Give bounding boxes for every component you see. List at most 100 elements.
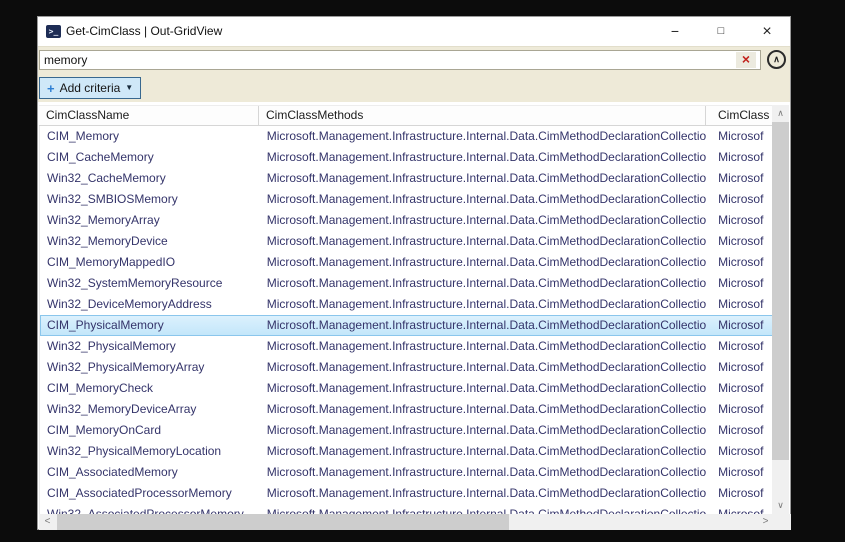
scroll-up-icon[interactable]: ∧ xyxy=(772,105,789,122)
powershell-icon: >_ xyxy=(46,25,61,38)
table-cell: Microsof xyxy=(706,357,773,378)
table-cell: Microsoft.Management.Infrastructure.Inte… xyxy=(260,273,706,294)
column-header-cimclassname[interactable]: CimClassName xyxy=(39,106,259,125)
add-criteria-label: Add criteria xyxy=(60,81,121,95)
table-cell: Microsof xyxy=(706,462,773,483)
filter-panel: × ∧ + Add criteria ▼ xyxy=(38,46,790,102)
table-row[interactable]: Win32_MemoryArrayMicrosoft.Management.In… xyxy=(40,210,773,231)
table-cell: Microsof xyxy=(706,273,773,294)
table-cell: Win32_MemoryDeviceArray xyxy=(40,399,260,420)
table-cell: Microsoft.Management.Infrastructure.Inte… xyxy=(260,210,706,231)
table-row[interactable]: Win32_AssociatedProcessorMemoryMicrosoft… xyxy=(40,504,773,514)
column-header-cimclass[interactable]: CimClass xyxy=(706,106,773,125)
table-cell: Microsof xyxy=(706,294,773,315)
table-cell: Microsoft.Management.Infrastructure.Inte… xyxy=(260,336,706,357)
chevron-down-icon: ▼ xyxy=(125,84,133,92)
clear-filter-icon[interactable]: × xyxy=(736,52,756,68)
table-cell: Microsof xyxy=(706,147,773,168)
table-cell: Microsoft.Management.Infrastructure.Inte… xyxy=(260,168,706,189)
scroll-down-icon[interactable]: ∨ xyxy=(772,497,789,514)
table-cell: CIM_MemoryOnCard xyxy=(40,420,260,441)
desktop: { "window": { "title": "Get-CimClass | O… xyxy=(0,0,845,542)
table-cell: Win32_SMBIOSMemory xyxy=(40,189,260,210)
table-cell: Microsof xyxy=(706,483,773,504)
table-cell: Microsoft.Management.Infrastructure.Inte… xyxy=(260,252,706,273)
table-cell: CIM_MemoryCheck xyxy=(40,378,260,399)
table-row[interactable]: CIM_MemoryMappedIOMicrosoft.Management.I… xyxy=(40,252,773,273)
scroll-right-icon[interactable]: > xyxy=(757,514,774,530)
table-cell: Microsof xyxy=(706,231,773,252)
vertical-scrollbar[interactable]: ∧ ∨ xyxy=(772,105,789,514)
table-cell: CIM_MemoryMappedIO xyxy=(40,252,260,273)
grid-area: CimClassName CimClassMethods CimClass CI… xyxy=(38,102,790,514)
table-row[interactable]: CIM_AssociatedProcessorMemoryMicrosoft.M… xyxy=(40,483,773,504)
table-cell: Microsoft.Management.Infrastructure.Inte… xyxy=(260,462,706,483)
table-cell: Microsof xyxy=(706,252,773,273)
table-cell: Microsoft.Management.Infrastructure.Inte… xyxy=(260,399,706,420)
table-row[interactable]: Win32_PhysicalMemoryMicrosoft.Management… xyxy=(40,336,773,357)
maximize-button[interactable]: □ xyxy=(698,17,744,46)
table-cell: Microsof xyxy=(706,189,773,210)
table-row[interactable]: Win32_PhysicalMemoryLocationMicrosoft.Ma… xyxy=(40,441,773,462)
minimize-button[interactable]: − xyxy=(652,17,698,46)
table-row[interactable]: CIM_CacheMemoryMicrosoft.Management.Infr… xyxy=(40,147,773,168)
table-cell: CIM_CacheMemory xyxy=(40,147,260,168)
table-cell: Win32_AssociatedProcessorMemory xyxy=(40,504,260,514)
table-row[interactable]: CIM_AssociatedMemoryMicrosoft.Management… xyxy=(40,462,773,483)
horizontal-scrollbar-thumb[interactable] xyxy=(57,514,509,530)
table-cell: Microsoft.Management.Infrastructure.Inte… xyxy=(260,189,706,210)
table-row[interactable]: Win32_PhysicalMemoryArrayMicrosoft.Manag… xyxy=(40,357,773,378)
table-cell: Microsof xyxy=(706,126,773,147)
filter-input[interactable] xyxy=(39,50,761,70)
table-cell: Win32_DeviceMemoryAddress xyxy=(40,294,260,315)
table-cell: Win32_SystemMemoryResource xyxy=(40,273,260,294)
table-cell: Microsof xyxy=(706,378,773,399)
grid-rows: CIM_MemoryMicrosoft.Management.Infrastru… xyxy=(39,126,773,514)
table-row[interactable]: Win32_MemoryDeviceArrayMicrosoft.Managem… xyxy=(40,399,773,420)
table-cell: CIM_Memory xyxy=(40,126,260,147)
table-cell: Microsof xyxy=(706,315,773,336)
table-cell: Win32_CacheMemory xyxy=(40,168,260,189)
horizontal-scrollbar[interactable]: < > xyxy=(39,514,774,530)
table-cell: CIM_AssociatedMemory xyxy=(40,462,260,483)
table-cell: Microsoft.Management.Infrastructure.Inte… xyxy=(260,231,706,252)
table-cell: Microsof xyxy=(706,441,773,462)
table-row[interactable]: CIM_MemoryOnCardMicrosoft.Management.Inf… xyxy=(40,420,773,441)
column-header-cimclassmethods[interactable]: CimClassMethods xyxy=(259,106,706,125)
table-cell: Microsoft.Management.Infrastructure.Inte… xyxy=(260,420,706,441)
table-cell: Microsoft.Management.Infrastructure.Inte… xyxy=(260,483,706,504)
table-row[interactable]: Win32_SMBIOSMemoryMicrosoft.Management.I… xyxy=(40,189,773,210)
table-cell: Microsoft.Management.Infrastructure.Inte… xyxy=(260,315,706,336)
table-cell: Microsof xyxy=(706,399,773,420)
table-row[interactable]: Win32_SystemMemoryResourceMicrosoft.Mana… xyxy=(40,273,773,294)
vertical-scrollbar-thumb[interactable] xyxy=(772,122,789,460)
window-title: Get-CimClass | Out-GridView xyxy=(66,24,222,38)
title-bar[interactable]: >_ Get-CimClass | Out-GridView − □ × xyxy=(38,17,790,46)
table-cell: Microsoft.Management.Infrastructure.Inte… xyxy=(260,504,706,514)
table-cell: Microsof xyxy=(706,210,773,231)
table-row[interactable]: CIM_MemoryCheckMicrosoft.Management.Infr… xyxy=(40,378,773,399)
table-row[interactable]: CIM_PhysicalMemoryMicrosoft.Management.I… xyxy=(40,315,773,336)
table-cell: Microsoft.Management.Infrastructure.Inte… xyxy=(260,378,706,399)
add-criteria-button[interactable]: + Add criteria ▼ xyxy=(39,77,141,99)
grid-header: CimClassName CimClassMethods CimClass xyxy=(39,105,773,126)
table-row[interactable]: Win32_MemoryDeviceMicrosoft.Management.I… xyxy=(40,231,773,252)
table-row[interactable]: Win32_CacheMemoryMicrosoft.Management.In… xyxy=(40,168,773,189)
table-cell: Win32_PhysicalMemoryArray xyxy=(40,357,260,378)
table-cell: Win32_MemoryArray xyxy=(40,210,260,231)
collapse-filter-button[interactable]: ∧ xyxy=(767,50,786,69)
table-cell: CIM_PhysicalMemory xyxy=(40,315,260,336)
table-cell: Win32_MemoryDevice xyxy=(40,231,260,252)
table-cell: Microsof xyxy=(706,420,773,441)
table-cell: Win32_PhysicalMemory xyxy=(40,336,260,357)
table-cell: Microsof xyxy=(706,504,773,514)
table-cell: CIM_AssociatedProcessorMemory xyxy=(40,483,260,504)
table-row[interactable]: CIM_MemoryMicrosoft.Management.Infrastru… xyxy=(40,126,773,147)
plus-icon: + xyxy=(47,82,55,95)
close-button[interactable]: × xyxy=(744,17,790,46)
scrollbar-corner xyxy=(774,514,791,530)
table-cell: Microsoft.Management.Infrastructure.Inte… xyxy=(260,126,706,147)
scroll-left-icon[interactable]: < xyxy=(39,514,56,530)
table-cell: Microsoft.Management.Infrastructure.Inte… xyxy=(260,147,706,168)
table-row[interactable]: Win32_DeviceMemoryAddressMicrosoft.Manag… xyxy=(40,294,773,315)
